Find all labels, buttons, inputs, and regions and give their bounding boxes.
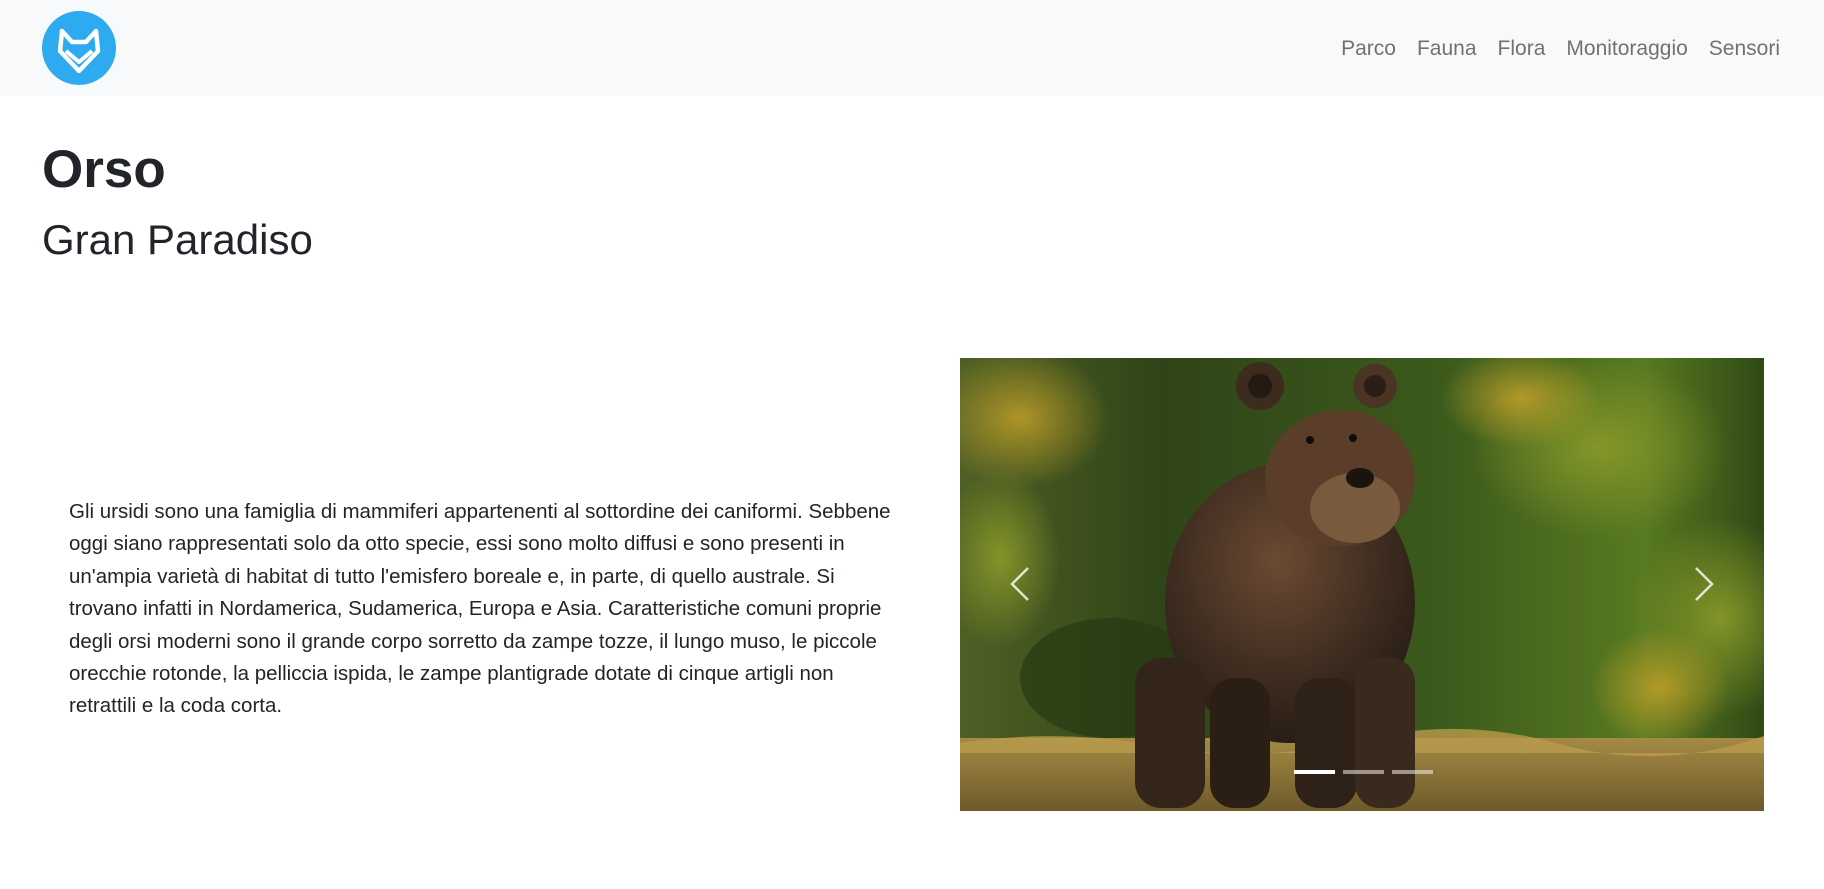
carousel-indicator-1[interactable] [1294, 770, 1335, 774]
nav-link-fauna[interactable]: Fauna [1417, 35, 1477, 63]
fox-head-icon [57, 28, 101, 74]
species-description: Gli ursidi sono una famiglia di mammifer… [69, 500, 891, 718]
carousel-indicator-3[interactable] [1392, 770, 1433, 774]
bear-photo [960, 358, 1764, 811]
carousel-indicator-2[interactable] [1343, 770, 1384, 774]
page-subtitle: Gran Paradiso [42, 216, 313, 263]
page-title: Orso [42, 140, 166, 199]
nav-link-flora[interactable]: Flora [1498, 35, 1546, 63]
nav-link-parco[interactable]: Parco [1341, 35, 1396, 63]
carousel-indicators [1294, 770, 1433, 774]
chevron-left-icon [1010, 567, 1029, 601]
image-carousel[interactable] [960, 358, 1764, 811]
logo[interactable] [42, 11, 116, 85]
nav-links: Parco Fauna Flora Monitoraggio Sensori [1341, 35, 1780, 63]
navbar: Parco Fauna Flora Monitoraggio Sensori [0, 0, 1824, 96]
carousel-prev-button[interactable] [990, 544, 1050, 624]
carousel-next-button[interactable] [1674, 544, 1734, 624]
nav-link-sensori[interactable]: Sensori [1709, 35, 1780, 63]
chevron-right-icon [1695, 567, 1714, 601]
nav-link-monitoraggio[interactable]: Monitoraggio [1566, 35, 1687, 63]
